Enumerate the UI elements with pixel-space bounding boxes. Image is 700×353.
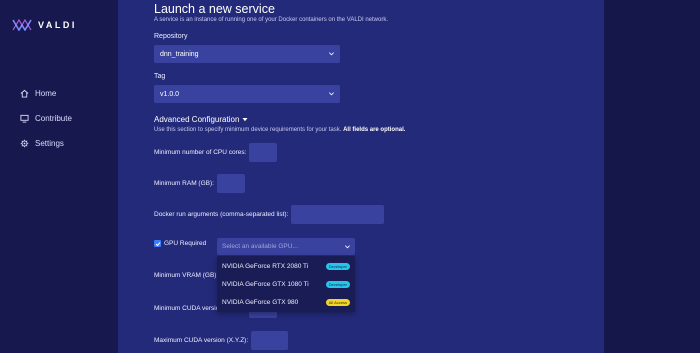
gpu-select-placeholder: Select an available GPU... [222,243,298,250]
gpu-required-label: GPU Required [164,240,207,247]
chevron-down-icon [345,245,350,249]
advanced-config-heading: Advanced Configuration [154,115,240,124]
cpu-input[interactable] [249,143,278,162]
repository-label: Repository [154,33,188,40]
sidebar-item-contribute[interactable]: Contribute [20,112,72,125]
gpu-option-label: NVIDIA GeForce GTX 980 [222,298,299,306]
sidebar-item-home[interactable]: Home [20,87,72,100]
valdi-logo-icon [12,19,32,31]
tag-value: v1.0.0 [160,90,180,98]
sidebar: VALDI Home Contribute Settings [0,0,118,353]
gpu-required-checkbox[interactable] [154,240,161,247]
checkmark-icon [155,241,160,246]
logo[interactable]: VALDI [12,18,77,32]
gpu-dropdown-menu: NVIDIA GeForce RTX 2080 Ti Developer NVI… [217,256,355,312]
tag-label: Tag [154,73,166,80]
sidebar-item-label: Contribute [35,114,72,123]
sidebar-nav: Home Contribute Settings [20,87,72,162]
gear-icon [20,139,29,148]
right-gutter [604,0,700,353]
gpu-option-label: NVIDIA GeForce RTX 2080 Ti [222,262,309,270]
docker-args-label: Docker run arguments (comma-separated li… [154,211,289,218]
gpu-option[interactable]: NVIDIA GeForce RTX 2080 Ti Developer [217,257,355,275]
sidebar-item-label: Settings [35,139,64,148]
chevron-down-icon [329,52,334,56]
docker-args-input[interactable] [291,205,385,224]
gpu-option-label: NVIDIA GeForce GTX 1080 Ti [222,280,309,288]
advanced-config-description: Use this section to specify minimum devi… [154,127,405,133]
chevron-down-icon [329,92,334,96]
gpu-select[interactable]: Select an available GPU... [217,238,355,255]
repository-select[interactable]: dnn_training [154,45,340,63]
repository-value: dnn_training [160,50,199,58]
gpu-option[interactable]: NVIDIA GeForce GTX 980 All Access [217,293,355,311]
max-cuda-input[interactable] [251,331,289,350]
min-vram-label: Minimum VRAM (GB): [154,272,219,279]
ram-input[interactable] [216,174,245,193]
all-access-badge: All Access [325,298,350,306]
page-subtitle: A service is an instance of running one … [154,17,389,23]
advanced-desc-bold: All fields are optional. [343,127,406,133]
min-vram-field: Minimum VRAM (GB): [154,272,218,279]
max-cuda-label: Maximum CUDA version (X.Y.Z): [154,337,249,344]
ram-label: Minimum RAM (GB): [154,180,214,187]
cpu-field: Minimum number of CPU cores: [154,143,278,162]
gpu-option[interactable]: NVIDIA GeForce GTX 1080 Ti Developer [217,275,355,293]
docker-args-field: Docker run arguments (comma-separated li… [154,205,385,224]
advanced-desc-text: Use this section to specify minimum devi… [154,127,342,133]
sidebar-item-settings[interactable]: Settings [20,137,72,150]
developer-badge: Developer [325,262,350,270]
page-title: Launch a new service [154,2,275,16]
main-panel: Launch a new service A service is an ins… [118,0,604,353]
max-cuda-field: Maximum CUDA version (X.Y.Z): [154,331,289,350]
home-icon [20,89,29,98]
monitor-icon [20,114,29,123]
tag-select[interactable]: v1.0.0 [154,85,340,103]
ram-field: Minimum RAM (GB): [154,174,245,193]
caret-down-icon [242,118,248,122]
gpu-required-row: GPU Required [154,240,206,247]
logo-text: VALDI [38,20,77,30]
cpu-label: Minimum number of CPU cores: [154,149,247,156]
developer-badge: Developer [325,280,350,288]
advanced-config-toggle[interactable]: Advanced Configuration [154,115,248,124]
sidebar-item-label: Home [35,89,57,98]
